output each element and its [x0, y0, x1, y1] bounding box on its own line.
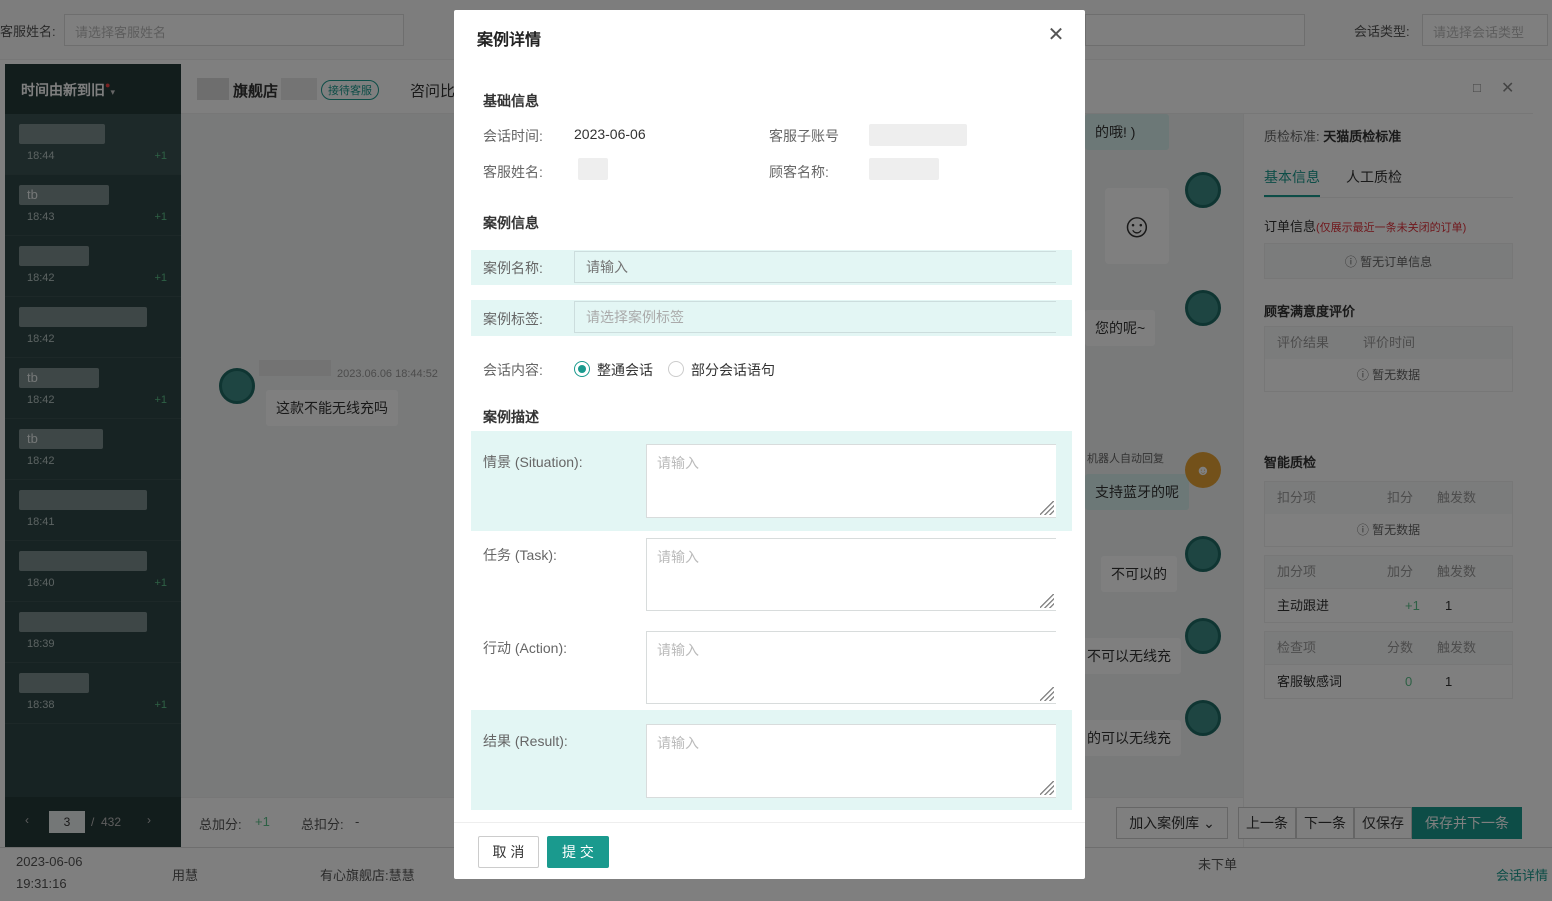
modal-footer: 取 消 提 交 — [454, 822, 1085, 879]
case-detail-modal: 案例详情 ✕ 基础信息 会话时间: 2023-06-06 客服子账号 客服姓名:… — [454, 10, 1085, 879]
resize-handle-icon[interactable] — [1040, 781, 1054, 795]
customer-name-label: 顾客名称: — [769, 164, 829, 180]
case-description-title: 案例描述 — [483, 409, 539, 425]
case-tag-select[interactable]: 请选择案例标签 — [574, 301, 1056, 333]
basic-info-title: 基础信息 — [483, 93, 539, 109]
result-placeholder: 请输入 — [657, 735, 699, 751]
task-label: 任务 (Task): — [483, 547, 557, 563]
case-name-label: 案例名称: — [483, 260, 543, 276]
resize-handle-icon[interactable] — [1040, 594, 1054, 608]
action-textarea[interactable]: 请输入 — [646, 631, 1056, 704]
modal-title: 案例详情 — [477, 32, 542, 49]
agent-name-label: 客服姓名: — [483, 164, 543, 180]
case-info-title: 案例信息 — [483, 215, 539, 231]
case-tag-label: 案例标签: — [483, 311, 543, 327]
agent-name-value — [578, 158, 608, 180]
session-time-label: 会话时间: — [483, 128, 543, 144]
task-placeholder: 请输入 — [657, 549, 699, 565]
task-textarea[interactable]: 请输入 — [646, 538, 1056, 611]
case-name-input[interactable] — [574, 251, 1056, 283]
content-label: 会话内容: — [483, 362, 543, 378]
situation-textarea[interactable]: 请输入 — [646, 444, 1056, 518]
cancel-button[interactable]: 取 消 — [478, 836, 539, 868]
full-session-radio[interactable] — [574, 361, 590, 377]
result-textarea[interactable]: 请输入 — [646, 724, 1056, 798]
action-label: 行动 (Action): — [483, 640, 568, 656]
resize-handle-icon[interactable] — [1040, 501, 1054, 515]
result-label: 结果 (Result): — [483, 733, 568, 749]
sub-account-label: 客服子账号 — [769, 128, 839, 144]
situation-placeholder: 请输入 — [657, 455, 699, 471]
close-icon[interactable]: ✕ — [1046, 25, 1066, 45]
partial-session-label[interactable]: 部分会话语句 — [691, 360, 775, 380]
situation-label: 情景 (Situation): — [483, 454, 583, 470]
submit-button[interactable]: 提 交 — [547, 836, 609, 868]
partial-session-radio[interactable] — [668, 361, 684, 377]
full-session-label[interactable]: 整通会话 — [597, 360, 653, 380]
customer-name-value — [869, 158, 939, 180]
action-placeholder: 请输入 — [657, 642, 699, 658]
resize-handle-icon[interactable] — [1040, 687, 1054, 701]
session-time-value: 2023-06-06 — [574, 126, 646, 142]
sub-account-value — [869, 124, 967, 146]
